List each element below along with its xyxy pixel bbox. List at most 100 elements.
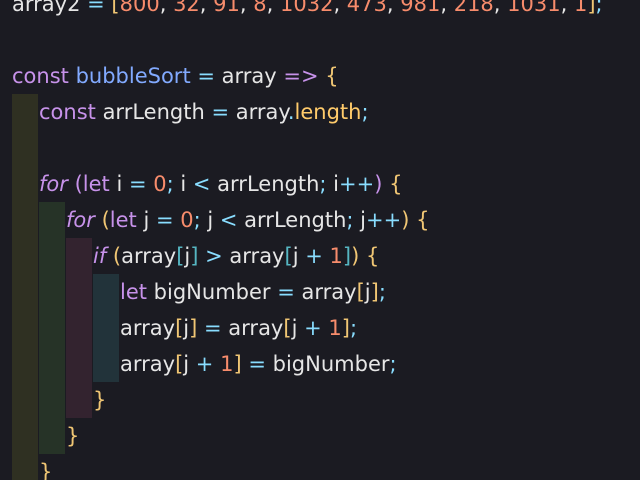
code-token: array — [221, 316, 284, 340]
code-token: > — [205, 244, 223, 268]
code-token: 1 — [328, 316, 342, 340]
code-token: [ — [283, 316, 292, 340]
code-token: ++ — [365, 208, 402, 232]
code-token: ; — [378, 280, 386, 304]
code-token: j — [200, 208, 220, 232]
code-token: , — [239, 0, 254, 16]
code-token: 0 — [153, 172, 167, 196]
code-token: , — [560, 0, 574, 16]
code-token: bigNumber — [147, 280, 278, 304]
code-token: = — [197, 64, 215, 88]
code-line[interactable]: for (let i = 0; i < arrLength; i++) { — [39, 166, 402, 202]
code-token: array — [120, 352, 176, 376]
code-line[interactable]: array[j] = array[j + 1]; — [120, 310, 357, 346]
code-token: for — [39, 172, 68, 196]
code-token: } — [66, 424, 80, 448]
code-line[interactable]: const bubbleSort = array => { — [12, 58, 339, 94]
code-token: 800 — [119, 0, 160, 16]
code-token: array2 — [12, 0, 88, 16]
code-token: 981 — [400, 0, 441, 16]
code-token: for — [66, 208, 95, 232]
code-token: { — [365, 244, 380, 268]
code-token: 218 — [453, 0, 494, 16]
code-token: ] — [233, 352, 242, 376]
code-editor[interactable]: array2 = [800, 32, 91, 8, 1032, 473, 981… — [0, 0, 640, 480]
code-token: , — [266, 0, 280, 16]
code-token: array — [222, 244, 285, 268]
code-token: + — [305, 244, 323, 268]
code-token: const — [39, 100, 96, 124]
code-token: ( — [101, 208, 110, 232]
code-token: 1031 — [507, 0, 561, 16]
code-token: arrLength — [237, 208, 347, 232]
code-token: 1 — [573, 0, 588, 16]
code-token: array — [121, 244, 177, 268]
code-line[interactable]: array2 = [800, 32, 91, 8, 1032, 473, 981… — [12, 0, 603, 22]
code-line[interactable]: } — [39, 454, 52, 480]
code-line[interactable]: if (array[j] > array[j + 1]) { — [93, 238, 379, 274]
code-line[interactable]: } — [66, 418, 79, 454]
code-line[interactable]: let bigNumber = array[j]; — [120, 274, 386, 310]
code-line[interactable]: } — [93, 382, 106, 418]
code-token: bigNumber — [265, 352, 390, 376]
code-token: ; — [595, 0, 603, 16]
code-line[interactable]: const arrLength = array.length; — [39, 94, 369, 130]
code-token: ( — [74, 172, 83, 196]
code-token: { — [389, 172, 403, 196]
code-token: i — [173, 172, 193, 196]
indent-guide — [12, 94, 38, 480]
code-token: array — [120, 316, 176, 340]
code-token: + — [195, 352, 214, 376]
code-token: array — [229, 100, 288, 124]
code-token: ] — [370, 280, 379, 304]
code-token: j — [183, 352, 196, 376]
code-token: 1 — [329, 244, 343, 268]
code-token: j — [291, 316, 305, 340]
code-token: 91 — [213, 0, 240, 16]
code-token: ] — [587, 0, 596, 16]
code-token: 0 — [180, 208, 194, 232]
code-token: 32 — [173, 0, 200, 16]
code-token: 473 — [346, 0, 387, 16]
code-token: , — [333, 0, 347, 16]
code-token: ; — [389, 352, 397, 376]
code-token: < — [192, 172, 211, 196]
code-token: arrLength — [210, 172, 320, 196]
code-token: } — [39, 460, 53, 480]
code-token: 1 — [220, 352, 234, 376]
code-token: arrLength — [95, 100, 212, 124]
code-token: + — [304, 316, 322, 340]
code-token: j — [292, 244, 306, 268]
code-token: i — [326, 172, 339, 196]
code-token: ++ — [338, 172, 375, 196]
code-token: ] — [341, 316, 350, 340]
indent-guide — [39, 202, 65, 454]
code-token: ; — [193, 208, 201, 232]
code-token: , — [199, 0, 214, 16]
code-line[interactable]: for (let j = 0; j < arrLength; j++) { — [66, 202, 429, 238]
code-token: ( — [112, 244, 122, 268]
code-token: = — [155, 208, 174, 232]
code-token: = — [128, 172, 147, 196]
code-token: j — [353, 208, 366, 232]
code-token: array — [214, 64, 284, 88]
code-token: ; — [349, 316, 358, 340]
code-token: [ — [356, 280, 365, 304]
code-token: let — [120, 280, 147, 304]
code-token: length — [294, 100, 362, 124]
code-token: let — [109, 208, 137, 232]
code-token: { — [416, 208, 430, 232]
code-token: if — [93, 244, 107, 268]
code-token: ; — [166, 172, 174, 196]
code-token: } — [93, 388, 107, 412]
code-token: [ — [111, 0, 120, 16]
code-token: bubbleSort — [75, 64, 191, 88]
code-token: const — [12, 64, 69, 88]
code-line[interactable]: array[j + 1] = bigNumber; — [120, 346, 397, 382]
code-token: = — [248, 352, 266, 376]
code-token: , — [440, 0, 454, 16]
